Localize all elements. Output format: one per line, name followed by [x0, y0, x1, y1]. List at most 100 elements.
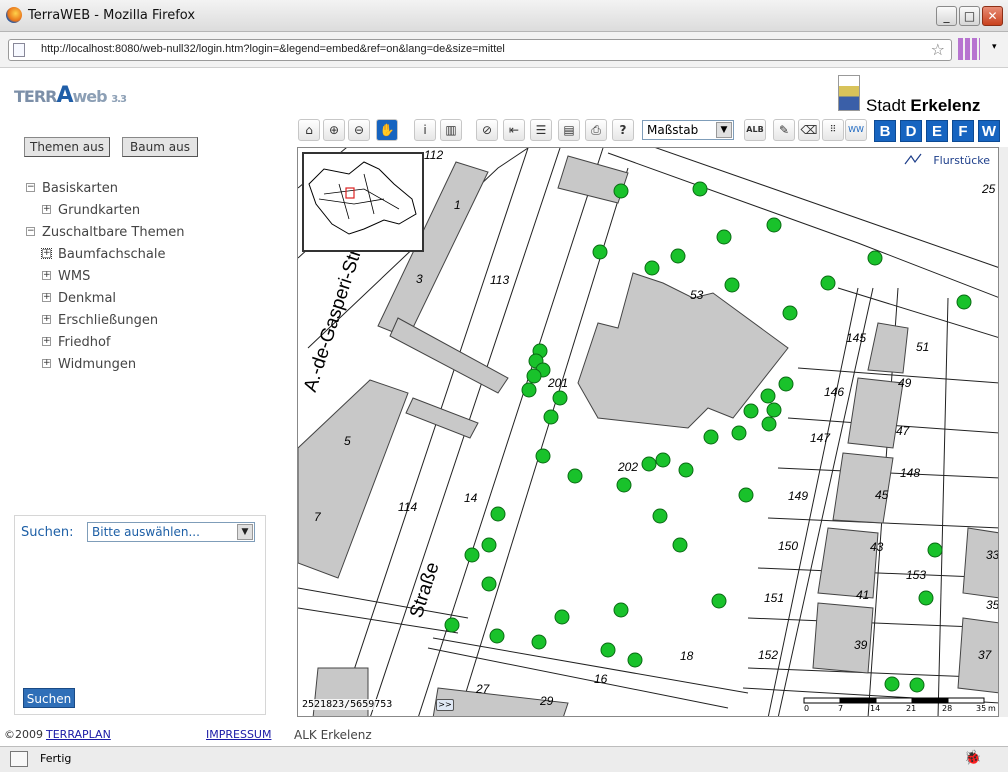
- overview-map-shape: [308, 161, 417, 235]
- search-button[interactable]: Suchen: [23, 688, 75, 708]
- letter-w-button[interactable]: W: [978, 120, 1000, 142]
- window-titlebar: TerraWEB - Mozilla Firefox _ □ ✕: [0, 0, 1008, 32]
- tree-item-basiskarten[interactable]: − Basiskarten: [26, 181, 118, 196]
- search-label: Suchen:: [21, 525, 74, 540]
- tree-item-friedhof[interactable]: + Friedhof: [42, 335, 111, 350]
- url-text: http://localhost:8080/web-null32/login.h…: [41, 43, 505, 55]
- parcel-label: 113: [490, 273, 510, 287]
- parcel-label: 149: [788, 489, 809, 503]
- addon-grid-icon[interactable]: [958, 38, 980, 60]
- parcel-label: 18: [680, 649, 694, 663]
- ww-button[interactable]: WW: [845, 119, 867, 141]
- tree-item-wms[interactable]: + WMS: [42, 269, 90, 284]
- browser-navbar: http://localhost:8080/web-null32/login.h…: [0, 32, 1008, 68]
- page-icon: [13, 43, 25, 57]
- baum-aus-button[interactable]: Baum aus: [122, 137, 198, 157]
- city-crest-icon: [838, 75, 860, 111]
- help-icon[interactable]: ?: [612, 119, 634, 141]
- legend-icon[interactable]: ☰: [530, 119, 552, 141]
- collapse-icon[interactable]: −: [26, 183, 35, 192]
- expand-icon[interactable]: +: [42, 337, 51, 346]
- terraplan-link[interactable]: TERRAPLAN: [46, 728, 111, 741]
- tree-item-erschliessungen[interactable]: + Erschließungen: [42, 313, 158, 328]
- app-footer: ©2009 TERRAPLAN IMPRESSUM ALK Erkelenz: [0, 726, 1008, 746]
- parcel-label: 25: [982, 182, 996, 196]
- layer-off-icon[interactable]: ⊘: [476, 119, 498, 141]
- scale-select[interactable]: Maßstab ▼: [642, 120, 734, 140]
- parcel-label: 112: [424, 148, 444, 162]
- bug-icon[interactable]: 🐞: [964, 750, 981, 766]
- flurstuecke-legend: Flurstücke: [933, 154, 990, 167]
- parcel-label: 14: [464, 491, 478, 505]
- grid-select-icon[interactable]: ⠿: [822, 119, 844, 141]
- expand-icon[interactable]: +: [41, 248, 52, 259]
- parcel-label: 51: [916, 340, 930, 354]
- scale-tick: 35: [976, 704, 987, 713]
- parcel-label: 7: [314, 510, 321, 524]
- pencil-icon[interactable]: ✎: [773, 119, 795, 141]
- impressum-link[interactable]: IMPRESSUM: [206, 728, 271, 741]
- city-name: Stadt Erkelenz: [866, 96, 981, 115]
- alb-button[interactable]: ALB: [744, 119, 766, 141]
- tree-item-grundkarten[interactable]: + Grundkarten: [42, 203, 140, 218]
- app-header: TERRAweb 3.3 Stadt Erkelenz: [0, 69, 1008, 119]
- letter-e-button[interactable]: E: [926, 120, 948, 142]
- search-select[interactable]: Bitte auswählen... ▼: [87, 522, 255, 542]
- browser-statusbar: Fertig 🐞: [0, 746, 1008, 772]
- info-icon[interactable]: i: [414, 119, 436, 141]
- parcel-label: 43: [870, 540, 884, 554]
- expand-icon[interactable]: +: [42, 315, 51, 324]
- overview-map[interactable]: [302, 152, 424, 252]
- letter-d-button[interactable]: D: [900, 120, 922, 142]
- expand-icon[interactable]: +: [42, 271, 51, 280]
- letter-b-button[interactable]: B: [874, 120, 896, 142]
- home-icon[interactable]: ⌂: [298, 119, 320, 141]
- parcel-label: 151: [764, 591, 785, 605]
- parcel-label: 37: [978, 648, 992, 662]
- minimize-button[interactable]: _: [936, 6, 957, 26]
- parcel-label: 27: [476, 682, 490, 696]
- chevron-down-icon[interactable]: ▾: [992, 42, 997, 52]
- parcel-label: 1: [454, 198, 461, 212]
- expand-icon[interactable]: +: [42, 359, 51, 368]
- expand-button[interactable]: >>: [436, 699, 454, 711]
- chevron-down-icon[interactable]: ▼: [716, 122, 732, 138]
- bookmark-star-icon[interactable]: ☆: [931, 40, 945, 59]
- expand-icon[interactable]: +: [42, 205, 51, 214]
- map-canvas[interactable]: 112 113 114 145 146 147 148 149 150 151 …: [297, 147, 999, 717]
- letter-f-button[interactable]: F: [952, 120, 974, 142]
- tree-item-denkmal[interactable]: + Denkmal: [42, 291, 116, 306]
- eraser-icon[interactable]: ⌫: [798, 119, 820, 141]
- themen-aus-button[interactable]: Themen aus: [24, 137, 110, 157]
- measure-icon[interactable]: ⇤: [503, 119, 525, 141]
- sidebar: Themen aus Baum aus − Basiskarten + Grundk…: [0, 119, 290, 749]
- tree-item-widmungen[interactable]: + Widmungen: [42, 357, 136, 372]
- scale-tick: 21: [906, 704, 917, 713]
- street-label: Straße: [406, 559, 444, 621]
- print-icon[interactable]: ⎙: [585, 119, 607, 141]
- expand-icon[interactable]: +: [42, 293, 51, 302]
- parcel-label: 35: [986, 598, 999, 612]
- parcel-label: 33: [986, 548, 999, 562]
- url-bar[interactable]: http://localhost:8080/web-null32/login.h…: [8, 39, 952, 61]
- tree-item-zuschaltbare-themen[interactable]: − Zuschaltbare Themen: [26, 225, 184, 240]
- map-view-icon[interactable]: ▤: [558, 119, 580, 141]
- close-button[interactable]: ✕: [982, 6, 1003, 26]
- chevron-down-icon[interactable]: ▼: [237, 524, 253, 540]
- page-scrollbar[interactable]: [999, 147, 1008, 717]
- parcel-label: 47: [896, 424, 910, 438]
- select-icon[interactable]: ▥: [440, 119, 462, 141]
- parcel-label: 45: [875, 488, 889, 502]
- pan-hand-icon[interactable]: ✋: [376, 119, 398, 141]
- terraweb-logo: TERRAweb 3.3: [14, 83, 127, 108]
- tree-item-baumfachschale[interactable]: + Baumfachschale: [41, 247, 165, 262]
- scale-tick: 28: [942, 704, 953, 713]
- collapse-icon[interactable]: −: [26, 227, 35, 236]
- parcel-label: 146: [824, 385, 845, 399]
- copyright-text: ©2009: [4, 728, 43, 741]
- zoom-in-icon[interactable]: ⊕: [323, 119, 345, 141]
- search-panel: Suchen: Bitte auswählen... ▼ Suchen: [14, 515, 266, 715]
- zoom-out-icon[interactable]: ⊖: [348, 119, 370, 141]
- search-select-value: Bitte auswählen...: [92, 525, 200, 539]
- maximize-button[interactable]: □: [959, 6, 980, 26]
